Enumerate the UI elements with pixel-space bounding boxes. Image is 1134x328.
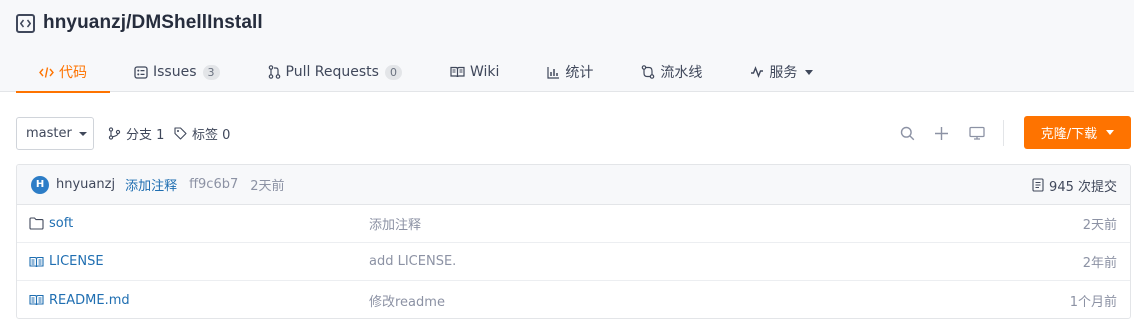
- tab-code[interactable]: 代码: [16, 52, 110, 93]
- repo-title: hnyuanzj/DMShellInstall: [16, 10, 263, 36]
- tab-label: Pull Requests: [285, 64, 379, 80]
- repo-header: hnyuanzj/DMShellInstall 代码 Issues 3 Pull…: [0, 0, 1134, 93]
- tab-label: 统计: [565, 65, 594, 81]
- file-name-link[interactable]: README.md: [29, 293, 130, 308]
- pipeline-icon: [641, 65, 655, 79]
- file-commit-message[interactable]: 添加注释: [369, 214, 421, 233]
- tab-wiki[interactable]: Wiki: [450, 52, 499, 92]
- commit-time: 2天前: [250, 179, 285, 194]
- latest-commit-bar: H hnyuanzj 添加注释 ff9c6b7 2天前 945 次提交: [17, 165, 1130, 205]
- commit-count-link[interactable]: 945 次提交: [1032, 165, 1117, 205]
- file-commit-time: 1个月前: [1069, 294, 1117, 310]
- tags-label: 标签 0: [192, 128, 231, 143]
- toolbar-divider: [1003, 120, 1004, 146]
- file-name: soft: [49, 216, 74, 231]
- issues-icon: [134, 65, 148, 79]
- tab-label: Issues: [153, 64, 197, 80]
- folder-icon: [29, 217, 44, 230]
- search-icon[interactable]: [898, 124, 916, 142]
- book-icon: [450, 66, 465, 78]
- tab-issues[interactable]: Issues 3: [134, 52, 220, 92]
- tab-label: 服务: [769, 65, 798, 81]
- tab-services[interactable]: 服务: [750, 52, 814, 92]
- bar-chart-icon: [547, 66, 560, 79]
- commit-sha[interactable]: ff9c6b7: [189, 177, 238, 192]
- tab-label: 流水线: [660, 65, 703, 81]
- tab-stats[interactable]: 统计: [547, 52, 593, 92]
- tag-icon: [174, 127, 187, 140]
- book-icon: [29, 256, 44, 267]
- repo-toolbar: master 分支 1 标签 0 克隆/下载: [16, 116, 1131, 150]
- code-icon: [39, 66, 54, 79]
- tags-link[interactable]: 标签 0: [174, 117, 230, 150]
- file-name: LICENSE: [49, 254, 104, 269]
- tab-label: 代码: [59, 65, 87, 81]
- book-icon: [29, 294, 44, 306]
- avatar[interactable]: H: [31, 175, 49, 194]
- commit-author[interactable]: hnyuanzj: [56, 177, 115, 192]
- monitor-icon[interactable]: [968, 124, 986, 142]
- plus-icon[interactable]: [932, 124, 950, 142]
- repo-name[interactable]: hnyuanzj/DMShellInstall: [43, 12, 263, 34]
- file-name: README.md: [49, 292, 130, 308]
- file-commit-time: 2年前: [1082, 256, 1117, 271]
- file-list: H hnyuanzj 添加注释 ff9c6b7 2天前 945 次提交 soft…: [16, 164, 1131, 319]
- file-row: README.md 修改readme 1个月前: [17, 281, 1130, 318]
- document-icon: [1032, 178, 1044, 192]
- clone-label: 克隆/下载: [1040, 127, 1098, 142]
- file-name-link[interactable]: soft: [29, 216, 73, 231]
- chevron-down-icon: [78, 131, 87, 136]
- branches-link[interactable]: 分支 1: [108, 117, 164, 150]
- branch-icon: [108, 127, 121, 140]
- repo-tabs: 代码 Issues 3 Pull Requests 0 Wiki 统计 流水线 …: [16, 52, 814, 93]
- tab-label: Wiki: [469, 64, 500, 80]
- pulse-icon: [750, 66, 764, 78]
- file-commit-time: 2天前: [1082, 218, 1117, 233]
- branch-select[interactable]: master: [16, 117, 94, 150]
- pr-count-badge: 0: [384, 64, 402, 80]
- commit-message[interactable]: 添加注释: [125, 175, 177, 194]
- pull-request-icon: [268, 65, 281, 79]
- file-row: LICENSE add LICENSE. 2年前: [17, 243, 1130, 281]
- tab-pull-requests[interactable]: Pull Requests 0: [268, 52, 402, 92]
- chevron-down-icon: [1106, 130, 1115, 135]
- clone-download-button[interactable]: 克隆/下载: [1024, 116, 1131, 149]
- tab-pipeline[interactable]: 流水线: [641, 52, 702, 92]
- file-commit-message[interactable]: 修改readme: [369, 291, 445, 310]
- commit-count-label: 945 次提交: [1049, 179, 1117, 195]
- chevron-down-icon: [805, 69, 814, 75]
- file-commit-message[interactable]: add LICENSE.: [369, 254, 456, 269]
- issues-count-badge: 3: [202, 64, 220, 80]
- file-row: soft 添加注释 2天前: [17, 205, 1130, 243]
- branch-name: master: [26, 126, 72, 141]
- branches-label: 分支 1: [126, 128, 165, 143]
- code-box-icon: [16, 13, 35, 33]
- file-name-link[interactable]: LICENSE: [29, 254, 104, 269]
